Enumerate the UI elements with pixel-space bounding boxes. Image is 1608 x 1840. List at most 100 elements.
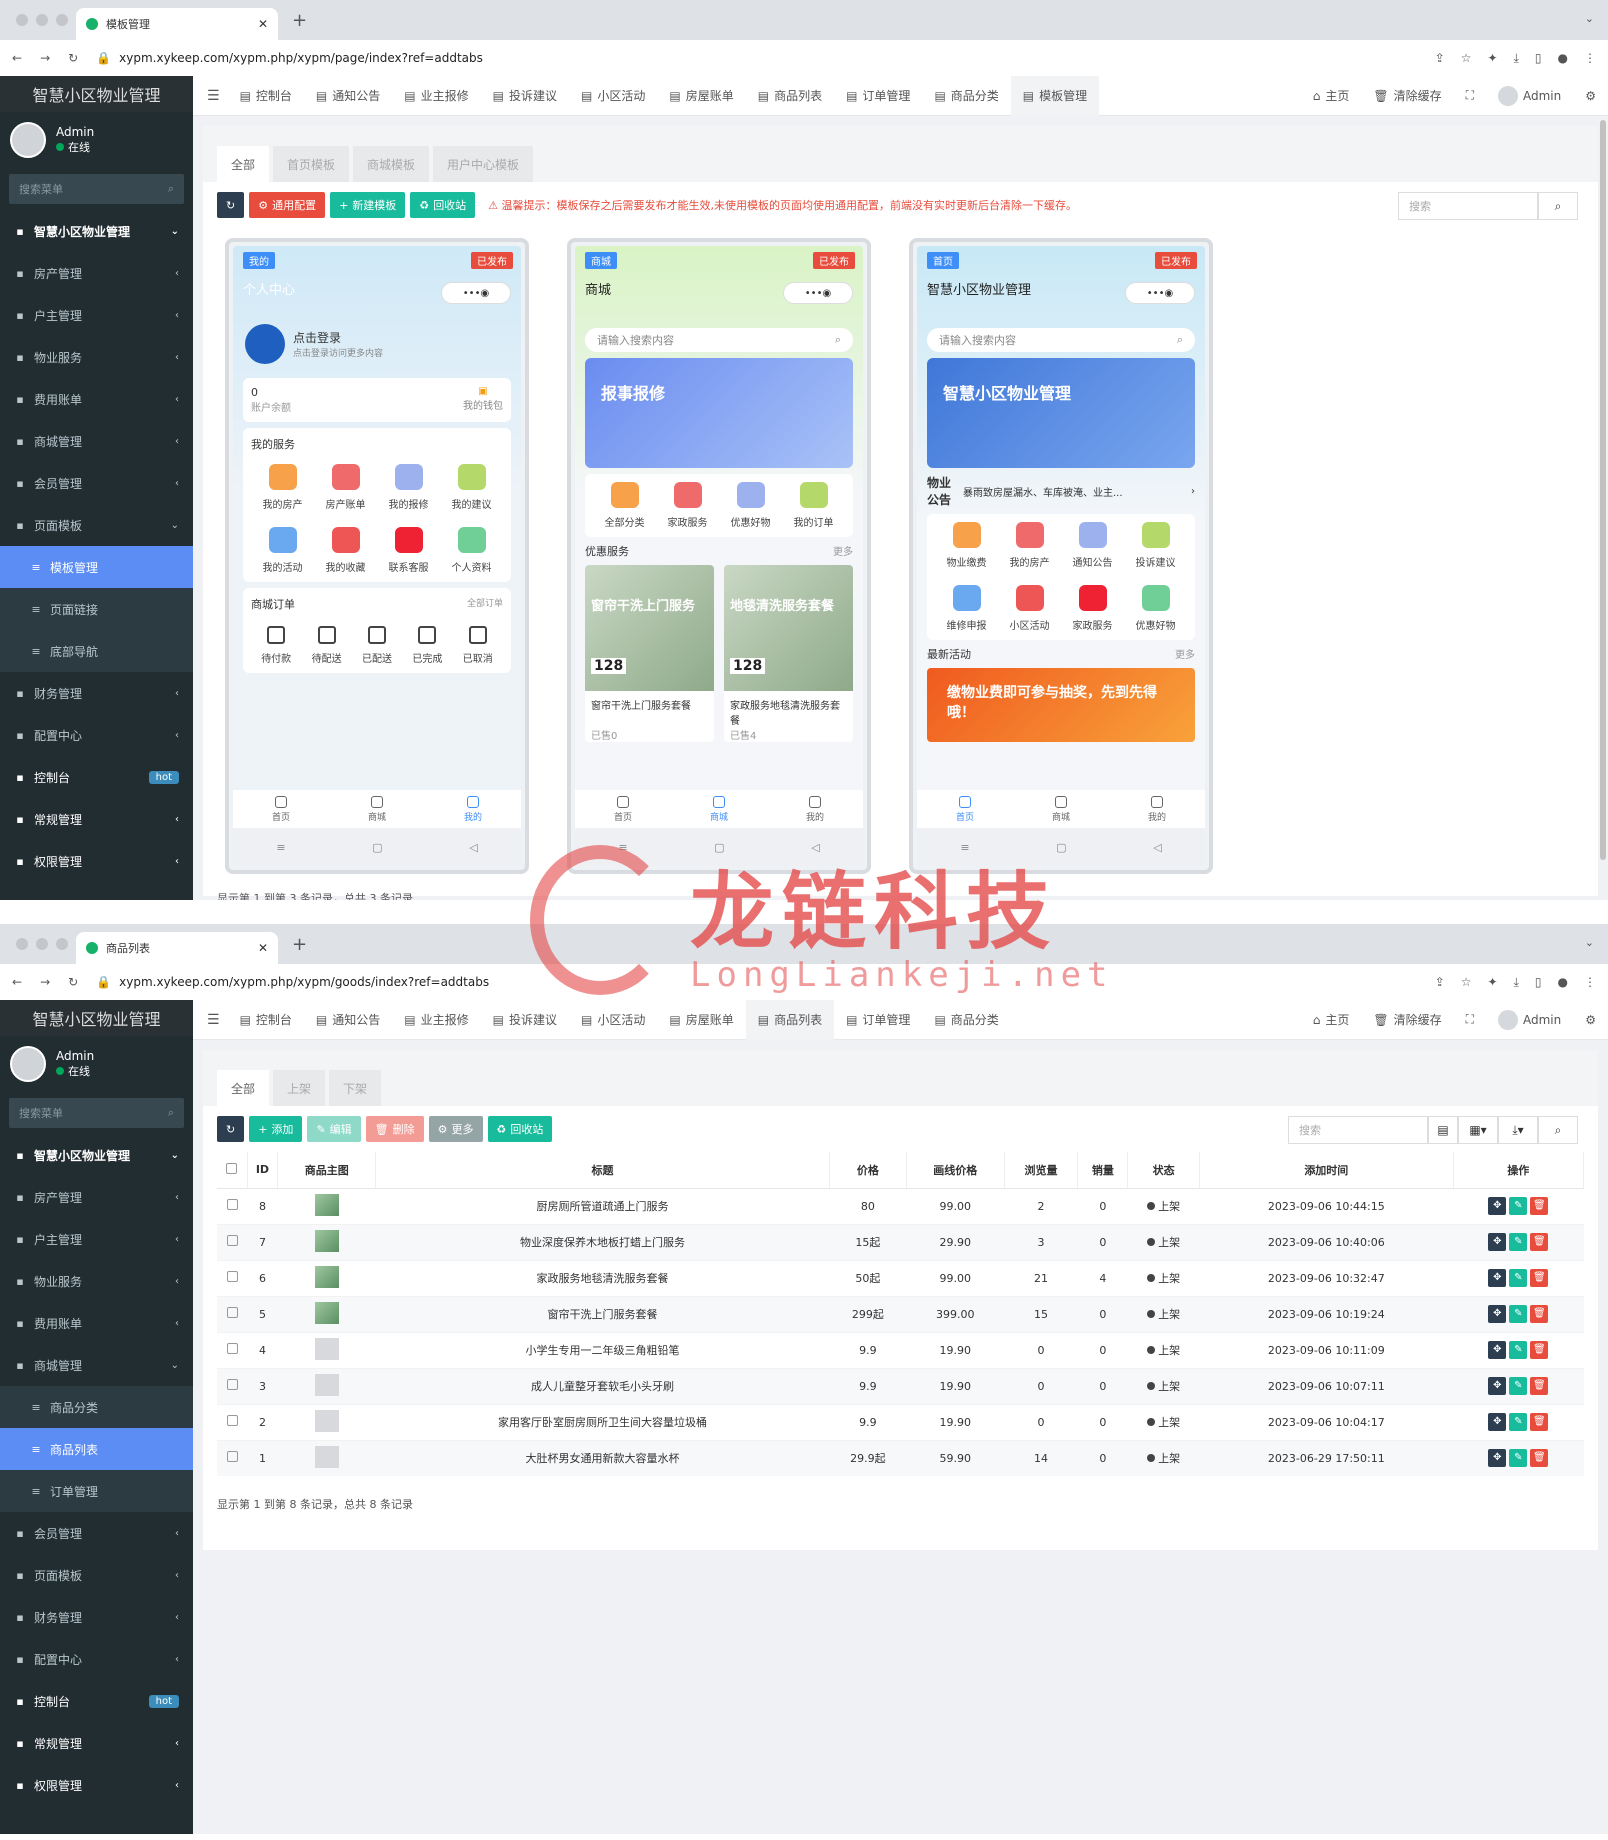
sidebar-item-2[interactable]: ▪ 户主管理 ‹ xyxy=(0,1218,193,1260)
row-checkbox[interactable] xyxy=(226,1307,238,1318)
edit-icon[interactable]: ✎ xyxy=(1509,1413,1528,1431)
sidebar-item-11[interactable]: ▪ 财务管理 ‹ xyxy=(0,672,193,714)
sidebar-item-1[interactable]: ▪ 房产管理 ‹ xyxy=(0,1176,193,1218)
row-checkbox[interactable] xyxy=(226,1379,238,1390)
panel-tab-2[interactable]: 下架 xyxy=(329,1070,382,1106)
share-icon[interactable]: ⇪ xyxy=(1435,51,1445,66)
grid-item[interactable]: 我的房产 xyxy=(998,522,1061,569)
grid-item[interactable]: 物业缴费 xyxy=(935,522,998,569)
extensions-icon[interactable]: ✦ xyxy=(1488,975,1498,990)
template-card-user-center[interactable]: 我的 已发布 个人中心 •••◉ 点击登录 点击登录访问更多内容 0 账户余额 ▣ 我的… xyxy=(225,238,529,874)
sidebar-item-12[interactable]: ▪ 配置中心 ‹ xyxy=(0,714,193,756)
sidebar-item-0[interactable]: ▪ 智慧小区物业管理 ⌄ xyxy=(0,1134,193,1176)
menu-icon[interactable]: ⋮ xyxy=(1584,51,1596,66)
grid-item[interactable]: 我的房产 xyxy=(251,464,314,511)
download-icon[interactable]: ⤓ xyxy=(1514,975,1519,990)
drag-icon[interactable]: ✥ xyxy=(1488,1269,1507,1287)
grid-item[interactable]: 我的报修 xyxy=(377,464,440,511)
edit-icon[interactable]: ✎ xyxy=(1509,1305,1528,1323)
phone-tab-0[interactable]: 首页 xyxy=(614,795,632,823)
sidebar-item-7[interactable]: ≡ 商品列表 xyxy=(0,1428,193,1470)
config-button[interactable]: ⚙ 通用配置 xyxy=(249,192,326,218)
close-tab-icon[interactable]: ✕ xyxy=(258,941,268,955)
drag-icon[interactable]: ✥ xyxy=(1488,1197,1507,1215)
panel-tab-1[interactable]: 上架 xyxy=(273,1070,326,1106)
edit-button[interactable]: ✎ 编辑 xyxy=(307,1116,361,1142)
nav-tab-2[interactable]: ▤ 业主报修 xyxy=(392,1000,480,1040)
order-item[interactable]: 已配送 xyxy=(352,622,402,665)
column-header[interactable]: 销量 xyxy=(1077,1152,1129,1189)
grid-item[interactable]: 家政服务 xyxy=(656,482,719,529)
phone-tab-1[interactable]: 商城 xyxy=(1052,795,1070,823)
table-row[interactable]: 7 物业深度保养木地板打蜡上门服务 15起 29.90 3 0 上架 2023-09-06 1… xyxy=(217,1223,1584,1260)
sidebar-item-1[interactable]: ▪ 房产管理 ‹ xyxy=(0,252,193,294)
sidebar-item-0[interactable]: ▪ 智慧小区物业管理 ⌄ xyxy=(0,210,193,252)
column-header[interactable]: 标题 xyxy=(375,1152,830,1189)
sidebar-item-12[interactable]: ▪ 配置中心 ‹ xyxy=(0,1638,193,1680)
refresh-button[interactable]: ↻ xyxy=(217,1116,245,1142)
sidebar-item-15[interactable]: ▪ 权限管理 ‹ xyxy=(0,840,193,882)
row-checkbox[interactable] xyxy=(226,1271,238,1282)
grid-item[interactable]: 我的活动 xyxy=(251,527,314,574)
nav-tab-6[interactable]: ▤ 商品列表 xyxy=(745,999,835,1040)
column-header[interactable]: ID xyxy=(247,1152,279,1189)
grid-item[interactable]: 家政服务 xyxy=(1061,585,1124,632)
order-item[interactable]: 待配送 xyxy=(301,622,351,665)
grid-item[interactable]: 投诉建议 xyxy=(1124,522,1187,569)
sidebar-item-10[interactable]: ▪ 页面模板 ‹ xyxy=(0,1554,193,1596)
forward-icon[interactable]: → xyxy=(40,975,50,989)
delete-icon[interactable]: 🗑 xyxy=(1530,1197,1549,1215)
row-checkbox[interactable] xyxy=(226,1415,238,1426)
grid-item[interactable]: 维修申报 xyxy=(935,585,998,632)
profile-icon[interactable]: ● xyxy=(1558,51,1568,66)
settings-icon[interactable]: ⚙ xyxy=(1573,76,1608,116)
drag-icon[interactable]: ✥ xyxy=(1488,1413,1507,1431)
row-checkbox[interactable] xyxy=(226,1451,238,1463)
template-card-home[interactable]: 首页 已发布 智慧小区物业管理 •••◉ 请输入搜索内容 ⌕ 智慧小区物业管理 物业… xyxy=(909,238,1213,874)
delete-icon[interactable]: 🗑 xyxy=(1530,1233,1549,1251)
sidebar-item-14[interactable]: ▪ 常规管理 ‹ xyxy=(0,798,193,840)
drag-icon[interactable]: ✥ xyxy=(1488,1377,1507,1395)
nav-tab-4[interactable]: ▤ 小区活动 xyxy=(569,1000,657,1040)
phone-tab-2[interactable]: 我的 xyxy=(806,795,824,823)
column-header[interactable]: 添加时间 xyxy=(1199,1152,1454,1189)
nav-tab-1[interactable]: ▤ 通知公告 xyxy=(304,76,392,116)
product-thumbnail[interactable] xyxy=(314,1337,339,1360)
grid-item[interactable]: 我的订单 xyxy=(782,482,845,529)
menu-search[interactable]: 搜索菜单 ⌕ xyxy=(9,1098,184,1128)
tab-list-icon[interactable]: ⌄ xyxy=(1585,936,1594,949)
column-header[interactable]: 价格 xyxy=(829,1152,907,1189)
table-row[interactable]: 2 家用客厅卧室厨房厕所卫生间大容量垃圾桶 9.9 19.90 0 0 上架 2023-09-… xyxy=(217,1403,1584,1440)
browser-tab[interactable]: 商品列表 ✕ xyxy=(76,932,278,964)
delete-icon[interactable]: 🗑 xyxy=(1530,1305,1549,1323)
product-card[interactable]: 地毯清洗服务套餐128 家政服务地毯清洗服务套餐 已售4 xyxy=(724,565,853,742)
sidebar-item-4[interactable]: ▪ 费用账单 ‹ xyxy=(0,378,193,420)
star-icon[interactable]: ☆ xyxy=(1461,975,1472,990)
user-menu[interactable]: Admin xyxy=(1486,1000,1573,1040)
phone-tab-0[interactable]: 首页 xyxy=(272,795,290,823)
panel-tab-0[interactable]: 全部 xyxy=(217,146,270,182)
recycle-button[interactable]: ♻ 回收站 xyxy=(410,192,476,218)
table-row[interactable]: 6 家政服务地毯清洗服务套餐 50起 99.00 21 4 上架 2023-09-06 10:… xyxy=(217,1259,1584,1296)
phone-tab-1[interactable]: 商城 xyxy=(710,795,728,823)
grid-item[interactable]: 联系客服 xyxy=(377,527,440,574)
delete-icon[interactable]: 🗑 xyxy=(1530,1341,1549,1359)
sidebar-item-8[interactable]: ≡ 模板管理 xyxy=(0,546,193,588)
nav-tab-5[interactable]: ▤ 房屋账单 xyxy=(657,1000,745,1040)
settings-icon[interactable]: ⚙ xyxy=(1573,1000,1608,1040)
back-icon[interactable]: ← xyxy=(12,51,22,65)
profile-icon[interactable]: ● xyxy=(1558,975,1568,990)
nav-tab-5[interactable]: ▤ 房屋账单 xyxy=(657,76,745,116)
nav-tab-2[interactable]: ▤ 业主报修 xyxy=(392,76,480,116)
grid-item[interactable]: 小区活动 xyxy=(998,585,1061,632)
columns-icon[interactable]: ▦▾ xyxy=(1458,1116,1498,1144)
sidebar-item-4[interactable]: ▪ 费用账单 ‹ xyxy=(0,1302,193,1344)
drag-icon[interactable]: ✥ xyxy=(1488,1449,1507,1468)
nav-tab-3[interactable]: ▤ 投诉建议 xyxy=(481,1000,569,1040)
fullscreen-icon[interactable]: ⛶ xyxy=(1454,1000,1486,1040)
panel-tab-0[interactable]: 全部 xyxy=(217,1070,270,1106)
scrollbar[interactable] xyxy=(1600,120,1606,860)
home-link[interactable]: ⌂ 主页 xyxy=(1301,1000,1362,1040)
edit-icon[interactable]: ✎ xyxy=(1509,1197,1528,1215)
panel-tab-1[interactable]: 首页模板 xyxy=(273,146,350,182)
